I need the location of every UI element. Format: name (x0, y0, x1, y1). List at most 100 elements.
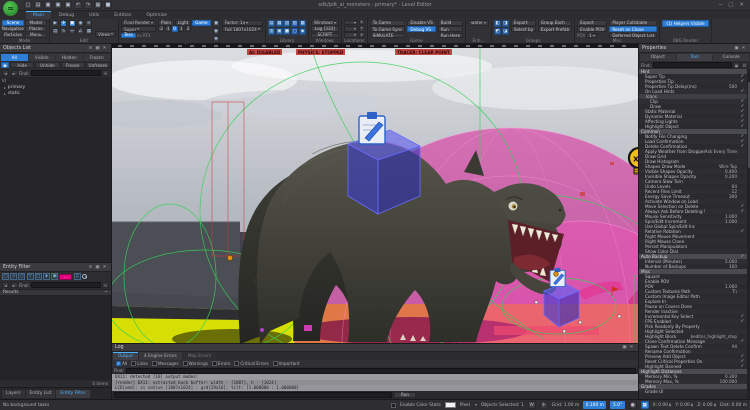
property-checkbox[interactable]: ✓ (738, 339, 747, 344)
viewport-header-strip[interactable] (112, 44, 638, 48)
log-window-button[interactable]: Log [333] (311, 26, 339, 32)
log-tab[interactable]: 4 Engine Errors (139, 352, 182, 360)
library-icon[interactable]: ▣ (276, 28, 283, 35)
location-dropdown[interactable] (344, 26, 358, 31)
panel-header-icon[interactable]: ✕ (628, 345, 635, 350)
edit-tool-icon[interactable]: ▤ (52, 28, 59, 35)
render-option-icon[interactable]: ✱ (213, 36, 220, 43)
ribbon-tab[interactable]: Main (26, 11, 51, 19)
objects-action-button[interactable]: Hide (10, 62, 34, 68)
render-mode-button[interactable]: Light (175, 20, 191, 26)
log-tab[interactable]: Map Errors (183, 352, 216, 360)
library-icon[interactable]: ◆ (299, 28, 306, 35)
clear-search-button[interactable]: ✕ (102, 70, 109, 76)
group-op-button[interactable]: Group Each (538, 20, 572, 26)
entity-type-filter-icon[interactable]: ○ (18, 273, 25, 280)
tree-item[interactable]: ▸ static (0, 91, 111, 98)
quickbar-icon[interactable]: ▦ (94, 1, 102, 9)
render-factor-dropdown[interactable]: Factor: 1x (222, 20, 263, 26)
render-mode-button[interactable]: Game (192, 20, 210, 26)
ribbon-tab[interactable]: Debug (52, 11, 81, 19)
group-op-icon[interactable]: ◩ (494, 28, 501, 35)
entity-type-filter-icon[interactable]: ▽ (27, 273, 34, 280)
add-location-button[interactable]: + (359, 32, 365, 37)
group-op-icon[interactable]: ◧ (494, 20, 501, 27)
lod-level-button[interactable]: -1 (165, 26, 171, 32)
angle-snap-toggle[interactable]: 5.0° (610, 401, 624, 409)
add-location-button[interactable]: + (359, 26, 365, 31)
render-resolution-dropdown[interactable]: Full 1807x1024 (222, 26, 263, 32)
mode-button[interactable]: Scene (2, 20, 24, 26)
quickbar-icon[interactable]: ▣ (44, 1, 52, 9)
property-checkbox[interactable]: ✓ (738, 124, 747, 129)
mode-button[interactable]: Model (25, 20, 47, 26)
objects-search-input[interactable] (31, 70, 101, 76)
entity-type-filter-icon[interactable]: □ (35, 273, 42, 280)
close-button[interactable]: ✕ (739, 2, 744, 8)
helpers-visible-toggle[interactable]: (1) Helpers Visible (662, 20, 708, 27)
quickbar-icon[interactable]: ■ (104, 1, 112, 9)
lod-level-button[interactable]: 2 (185, 26, 191, 32)
edit-tool-icon[interactable]: ▣ (69, 20, 76, 27)
misc-button[interactable]: Export (577, 20, 607, 26)
property-checkbox[interactable]: ✓ (738, 144, 747, 149)
property-checkbox[interactable]: ✓ (738, 319, 747, 324)
edit-tool-icon[interactable]: ▦ (85, 28, 92, 35)
history-back-button[interactable]: ◄ (2, 70, 9, 76)
search-icon[interactable] (82, 274, 88, 280)
log-tab[interactable]: Output (113, 352, 138, 360)
panel-header-icon[interactable]: ✕ (101, 265, 108, 270)
quickbar-icon[interactable]: ↷ (84, 1, 92, 9)
panel-header-icon[interactable]: ▣ (94, 265, 101, 270)
edit-tool-icon[interactable]: ▶ (52, 20, 59, 27)
log-filter-checkbox[interactable]: Important (273, 361, 300, 366)
history-forward-button[interactable]: ► (11, 282, 18, 288)
objects-filter-tab[interactable]: Visible (29, 54, 56, 61)
panel-header-icon[interactable]: ≡ (87, 265, 94, 270)
objects-select-icon[interactable]: ◉ (1, 62, 9, 68)
game-button[interactable]: To Game Sync (370, 26, 406, 32)
log-filter-checkbox[interactable]: Errors (212, 361, 230, 366)
ribbon-tab[interactable]: Entities (107, 11, 138, 19)
panel-header-icon[interactable]: ▣ (94, 46, 101, 51)
views-dropdown[interactable]: Views (95, 31, 116, 37)
build-run-button[interactable]: Build (438, 20, 463, 26)
coordinate-x-value[interactable]: 0.00 (658, 403, 668, 408)
render-option-icon[interactable]: ▣ (213, 20, 220, 27)
dock-tab[interactable]: Entity List (26, 390, 56, 398)
chevron-down-icon[interactable] (475, 404, 477, 406)
spinner-icon[interactable] (691, 403, 693, 408)
edit-tool-icon[interactable]: ◉ (77, 20, 84, 27)
property-checkbox[interactable]: ✓ (738, 79, 747, 84)
properties-filter-icon[interactable]: ☑ (741, 62, 748, 68)
history-back-button[interactable]: ◄ (2, 282, 9, 288)
library-icon[interactable]: ▥ (268, 28, 275, 35)
lod-level-button[interactable]: 1 (178, 26, 184, 32)
log-filter-checkbox[interactable]: Links (131, 361, 148, 366)
log-filter-checkbox[interactable]: ✓ All (116, 361, 127, 366)
clear-search-button[interactable]: ✕ (102, 282, 109, 288)
group-op-button[interactable]: Export (511, 20, 536, 26)
panel-header-icon[interactable]: ▣ (733, 46, 740, 51)
color-filter-swatch[interactable]: … (59, 274, 72, 280)
windows-menu-dropdown[interactable]: Windows (311, 20, 339, 26)
properties-tab[interactable]: Tool (677, 54, 713, 61)
color-pick-swatch[interactable] (445, 402, 456, 408)
grid-snap-icon[interactable]: ▦ (641, 401, 649, 409)
panel-header-icon[interactable]: ✕ (740, 46, 747, 51)
objects-filter-tab[interactable]: Frozen (84, 54, 111, 61)
entity-filter-results[interactable] (0, 296, 111, 380)
sound-filter-icon[interactable]: ♫ (74, 273, 81, 280)
location-dropdown[interactable] (344, 32, 358, 37)
entity-type-filter-icon[interactable]: ◈ (43, 273, 50, 280)
coordinate-z-value[interactable]: 0.00 (703, 403, 713, 408)
quickbar-icon[interactable]: ↶ (74, 1, 82, 9)
axis-lock-icon[interactable]: ● (629, 401, 637, 409)
entity-type-filter-icon[interactable]: ▣ (51, 273, 58, 280)
expand-arrow-icon[interactable]: ▸ (4, 85, 6, 90)
render-mode-button[interactable]: Plain (158, 20, 174, 26)
game-button[interactable]: To Game (370, 20, 406, 26)
build-run-button[interactable]: Run (438, 26, 463, 32)
misc-toggle-button[interactable]: Reset on Clone (609, 26, 657, 32)
entity-type-filter-icon[interactable]: ▢ (2, 273, 9, 280)
